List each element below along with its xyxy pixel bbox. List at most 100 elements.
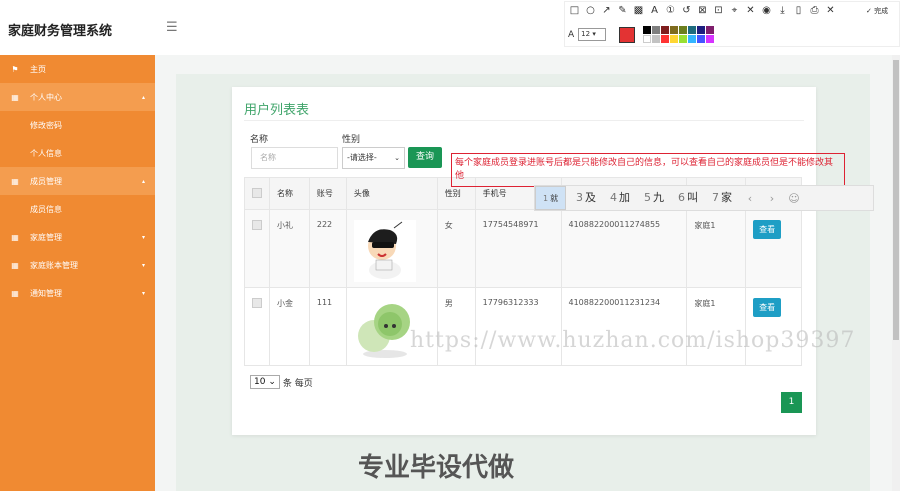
text-icon[interactable]: A — [648, 5, 661, 16]
scrollbar-thumb[interactable] — [893, 60, 899, 340]
page-size-value: 10 — [254, 377, 266, 387]
sidebar-item-0[interactable]: ⚑ 主页 — [0, 55, 155, 83]
sidebar-item-7[interactable]: ▦ 家庭账本管理 ▾ — [0, 251, 155, 279]
color-swatch[interactable] — [661, 35, 670, 43]
cell-name: 小礼 — [269, 209, 310, 288]
chevron-up-icon: ▴ — [141, 93, 145, 101]
color-swatch[interactable] — [706, 35, 715, 43]
phone-icon[interactable]: ▯ — [792, 5, 805, 16]
view-button[interactable]: 查看 — [753, 220, 782, 239]
view-button[interactable]: 查看 — [753, 298, 782, 317]
menu-toggle-icon[interactable]: ☰ — [166, 20, 178, 35]
sidebar-item-label: 个人中心 — [30, 92, 62, 102]
sidebar-item-3[interactable]: 个人信息 — [0, 139, 155, 167]
page-size-control: 10 ⌄ 条 每页 — [250, 375, 313, 389]
chevron-up-icon: ▴ — [141, 177, 145, 185]
prev-page-icon[interactable]: ‹ — [739, 192, 761, 205]
cell-avatar — [345, 287, 438, 366]
query-button[interactable]: 查询 — [408, 147, 442, 168]
toolbar-style-row: A 12 ▾ — [568, 26, 715, 43]
pen-icon[interactable]: ✎ — [616, 5, 629, 16]
sidebar-item-8[interactable]: ▦ 通知管理 ▾ — [0, 279, 155, 307]
ime-candidate-word: 加 — [619, 191, 630, 204]
grid-icon: ▦ — [11, 260, 19, 270]
sidebar-item-2[interactable]: 修改密码 — [0, 111, 155, 139]
toolbar-tools: □ ○ ↗ ✎ ▩ A ① ↺ ⊠ ⊡ ⌖ ✕ ◉ ⤓ ▯ ⎙ ✕ — [568, 5, 837, 16]
color-swatch[interactable] — [643, 26, 652, 34]
ime-candidate[interactable]: 5九 — [637, 186, 671, 210]
color-swatch[interactable] — [652, 35, 661, 43]
sidebar: ⚑ 主页 ▦ 个人中心 ▴ 修改密码 个人信息 ▦ 成员管理 ▴ 成员信息 ▦ 家庭管理 ▾ ▦ 家庭账本管理… — [0, 55, 155, 491]
cell-gender: 女 — [436, 209, 476, 288]
font-size-select[interactable]: 12 ▾ — [578, 28, 607, 41]
color-swatch[interactable] — [652, 26, 661, 34]
record-icon[interactable]: ◉ — [760, 5, 773, 16]
ime-candidate-number: 6 — [678, 191, 685, 204]
mosaic-icon[interactable]: ▩ — [632, 5, 645, 16]
sidebar-item-4[interactable]: ▦ 成员管理 ▴ — [0, 167, 155, 195]
annotation-text[interactable]: 每个家庭成员登录进账号后都是只能修改自己的信息，可以查看自己的家庭成员但是不能修… — [455, 157, 840, 183]
active-color-swatch[interactable] — [619, 26, 636, 43]
ime-candidate[interactable]: 3及 — [569, 186, 603, 210]
next-page-icon[interactable]: › — [761, 192, 783, 205]
page-button-current[interactable]: 1 — [781, 392, 802, 413]
done-label: 完成 — [874, 7, 889, 15]
color-swatch[interactable] — [706, 26, 715, 34]
gender-select[interactable]: -请选择- ⌄ — [342, 147, 405, 169]
cabbage-avatar-image — [353, 298, 416, 360]
circle-icon[interactable]: ○ — [584, 5, 597, 16]
ocr-icon[interactable]: ⊡ — [712, 5, 725, 16]
pin-icon[interactable]: ⌖ — [728, 5, 741, 16]
gender-select-value: -请选择- — [347, 153, 377, 162]
sidebar-item-5[interactable]: 成员信息 — [0, 195, 155, 223]
ime-candidate[interactable]: 1就 — [535, 186, 567, 210]
number-icon[interactable]: ① — [664, 5, 677, 16]
sidebar-item-6[interactable]: ▦ 家庭管理 ▾ — [0, 223, 155, 251]
color-swatch[interactable] — [670, 35, 679, 43]
sidebar-item-1[interactable]: ▦ 个人中心 ▴ — [0, 83, 155, 111]
undo-icon[interactable]: ↺ — [680, 5, 693, 16]
color-swatch[interactable] — [661, 26, 670, 34]
cell-name: 小金 — [269, 287, 310, 366]
col-avatar: 头像 — [345, 177, 438, 210]
rect-icon[interactable]: □ — [568, 5, 581, 16]
translate-icon[interactable]: ✕ — [744, 5, 757, 16]
cell-gender: 男 — [436, 287, 476, 366]
color-swatch[interactable] — [679, 26, 688, 34]
ime-candidate[interactable]: 4加 — [603, 186, 637, 210]
save-icon[interactable]: ⤓ — [776, 5, 789, 16]
color-swatch[interactable] — [679, 35, 688, 43]
arrow-icon[interactable]: ↗ — [600, 5, 613, 16]
col-account: 账号 — [308, 177, 347, 210]
select-all-checkbox[interactable] — [252, 187, 262, 198]
emoji-icon[interactable]: ☺ — [783, 192, 805, 205]
flag-icon: ⚑ — [11, 64, 19, 74]
cell-avatar — [345, 209, 438, 288]
ime-candidate[interactable]: 6叫 — [671, 186, 705, 210]
row-checkbox[interactable] — [252, 298, 262, 308]
cell-family: 家庭1 — [686, 287, 747, 366]
bookmark-icon[interactable]: ⎙ — [808, 5, 821, 16]
color-swatch[interactable] — [643, 35, 652, 43]
row-checkbox[interactable] — [252, 220, 262, 230]
name-search-input[interactable]: 名称 — [251, 147, 338, 169]
color-swatch[interactable] — [670, 26, 679, 34]
color-swatch[interactable] — [688, 35, 697, 43]
cell-phone: 17796312333 — [474, 287, 562, 366]
cell-account: 111 — [308, 287, 347, 366]
sidebar-item-label: 家庭账本管理 — [30, 260, 78, 270]
color-swatch[interactable] — [688, 26, 697, 34]
color-palette — [643, 26, 715, 43]
chevron-down-icon: ▾ — [141, 289, 145, 297]
crop-icon[interactable]: ⊠ — [696, 5, 709, 16]
close-icon[interactable]: ✕ — [824, 5, 837, 16]
done-button[interactable]: ✓ 完成 — [866, 6, 888, 16]
color-swatch[interactable] — [697, 26, 706, 34]
color-swatch[interactable] — [697, 35, 706, 43]
cell-account: 222 — [308, 209, 347, 288]
grid-icon: ▦ — [11, 176, 19, 186]
cell-family: 家庭1 — [686, 209, 747, 288]
page-size-select[interactable]: 10 ⌄ — [250, 375, 280, 389]
ime-candidate[interactable]: 7家 — [705, 186, 739, 210]
font-size-value: 12 — [581, 30, 591, 38]
